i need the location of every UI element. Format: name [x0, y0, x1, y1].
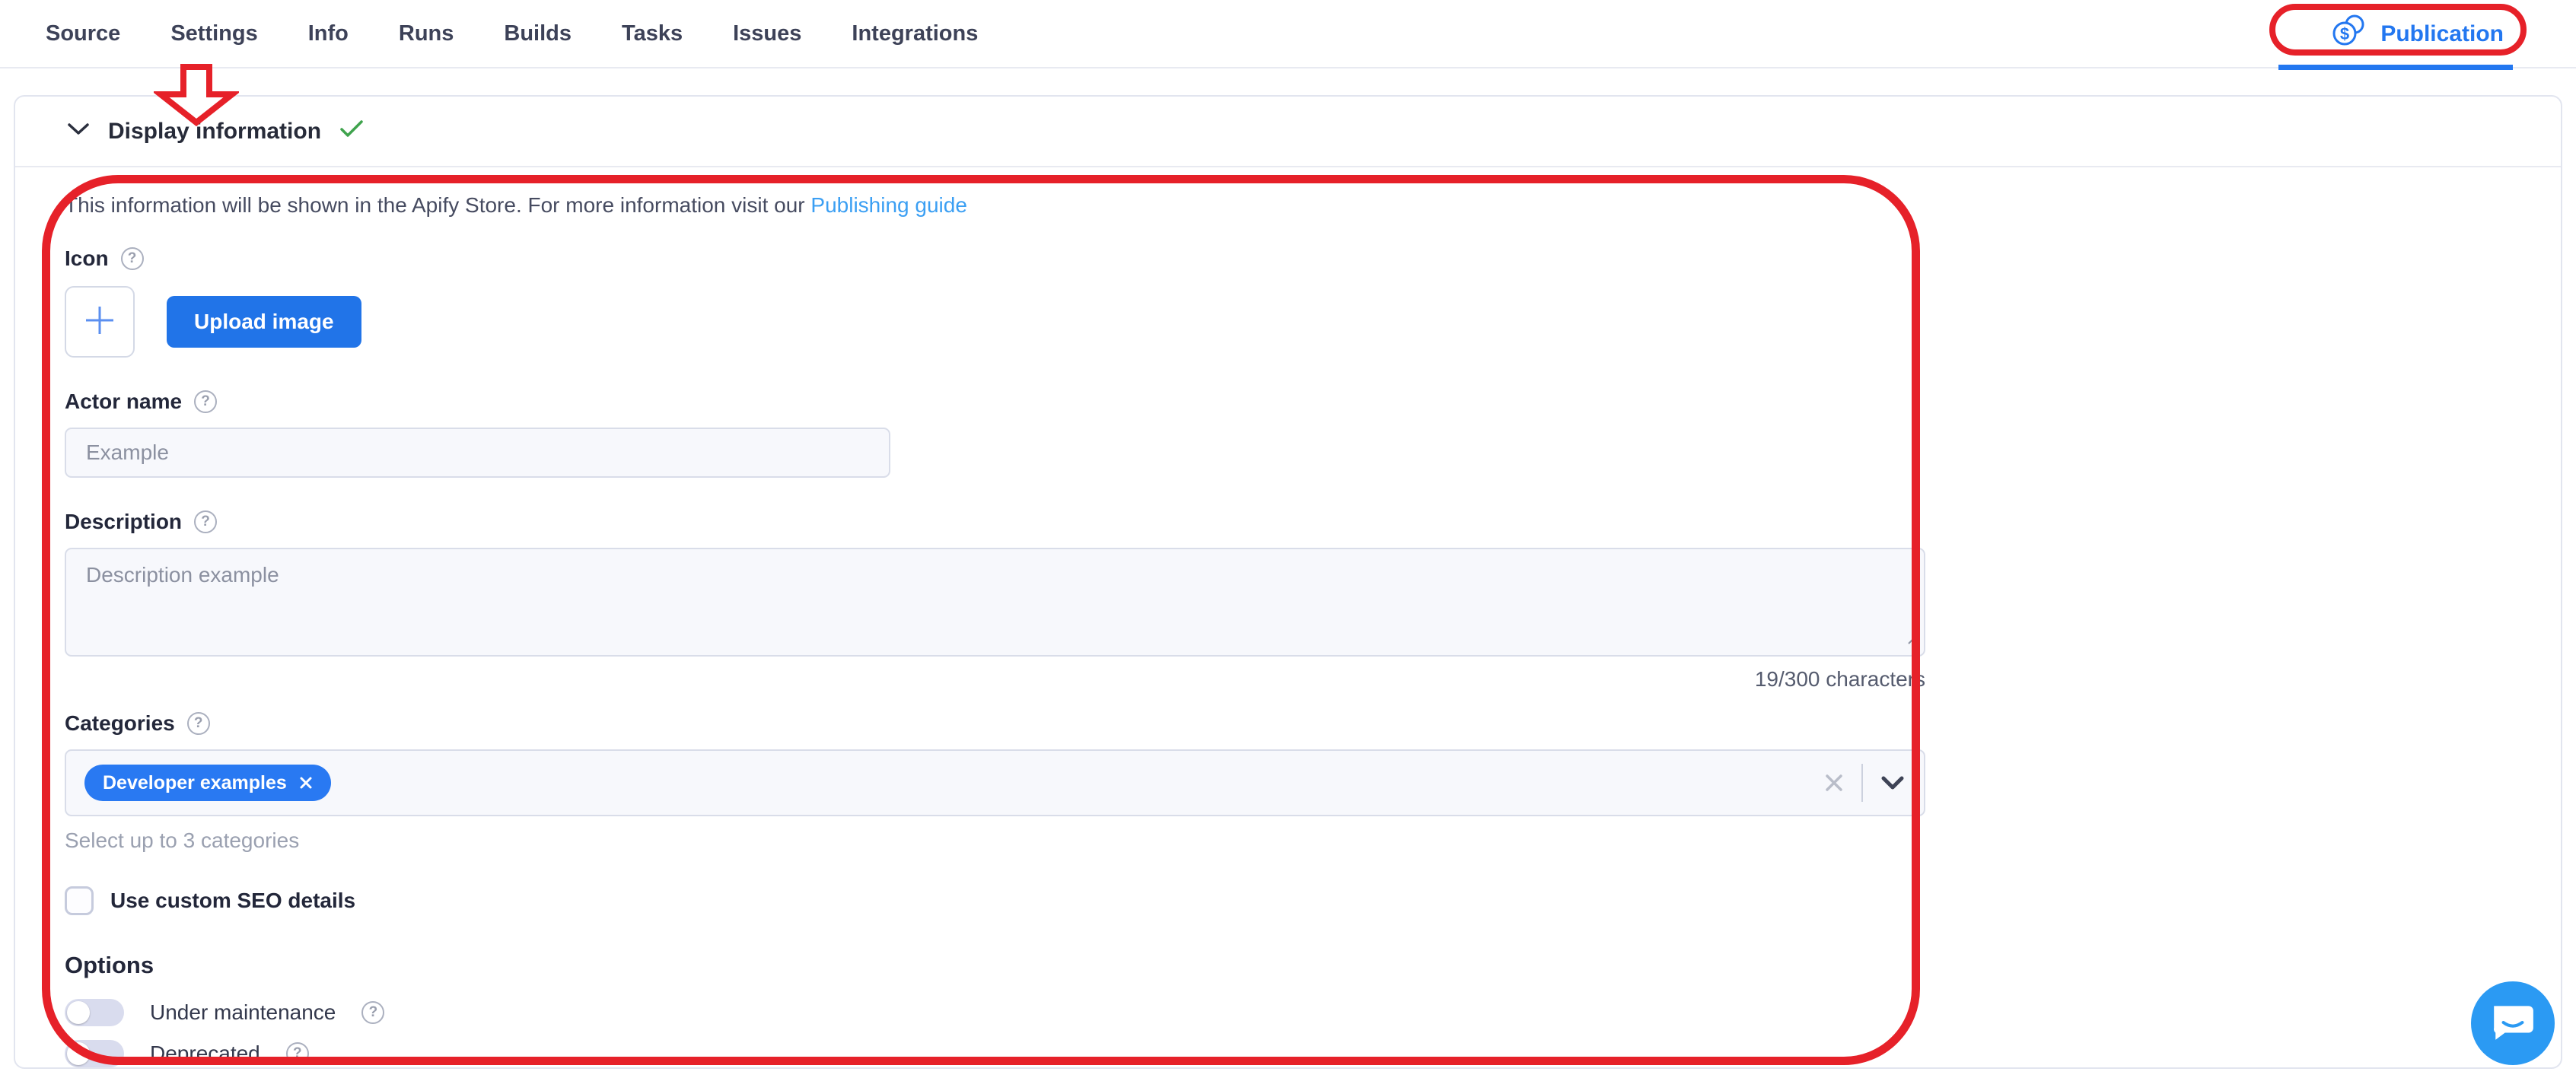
- seo-checkbox-row[interactable]: Use custom SEO details: [65, 886, 2511, 915]
- under-maintenance-label: Under maintenance: [150, 1000, 336, 1025]
- categories-select[interactable]: Developer examples: [65, 749, 1925, 816]
- publishing-guide-link[interactable]: Publishing guide: [810, 193, 967, 217]
- deprecated-label: Deprecated: [150, 1041, 260, 1066]
- character-counter: 19/300 characters: [65, 667, 1925, 692]
- tab-bar: Source Settings Info Runs Builds Tasks I…: [0, 0, 2576, 68]
- description-label: Description: [65, 510, 182, 534]
- categories-helper-text: Select up to 3 categories: [65, 828, 2511, 853]
- check-icon: [339, 119, 364, 143]
- tab-runs[interactable]: Runs: [399, 21, 454, 46]
- chevron-down-icon[interactable]: [67, 122, 90, 140]
- under-maintenance-row: Under maintenance: [65, 999, 2511, 1026]
- seo-checkbox-label: Use custom SEO details: [110, 889, 355, 913]
- tab-settings[interactable]: Settings: [170, 21, 257, 46]
- tab-issues[interactable]: Issues: [733, 21, 801, 46]
- help-icon[interactable]: [121, 247, 144, 270]
- actor-name-input[interactable]: [65, 428, 890, 478]
- help-icon[interactable]: [286, 1042, 309, 1065]
- publication-panel: Display information This information wil…: [14, 95, 2562, 1069]
- display-information-header[interactable]: Display information: [15, 97, 2561, 167]
- categories-label: Categories: [65, 711, 175, 736]
- coins-icon: $: [2332, 14, 2367, 55]
- help-icon[interactable]: [187, 712, 210, 735]
- tab-source[interactable]: Source: [46, 21, 120, 46]
- intro-text: This information will be shown in the Ap…: [65, 193, 2511, 218]
- clear-icon[interactable]: [1823, 772, 1845, 793]
- category-tag-label: Developer examples: [103, 772, 287, 794]
- tab-builds[interactable]: Builds: [504, 21, 572, 46]
- actor-name-label: Actor name: [65, 390, 182, 414]
- active-tab-indicator: [2278, 65, 2513, 70]
- svg-text:$: $: [2340, 24, 2349, 43]
- tab-tasks[interactable]: Tasks: [622, 21, 683, 46]
- under-maintenance-toggle[interactable]: [65, 999, 124, 1026]
- tab-info[interactable]: Info: [308, 21, 349, 46]
- tab-publication[interactable]: $ Publication: [2332, 0, 2504, 68]
- help-icon[interactable]: [194, 510, 217, 533]
- help-icon[interactable]: [194, 390, 217, 413]
- deprecated-toggle[interactable]: [65, 1040, 124, 1067]
- divider: [1861, 764, 1863, 802]
- icon-dropzone[interactable]: [65, 286, 135, 358]
- options-heading: Options: [65, 952, 2511, 979]
- chat-widget-button[interactable]: [2471, 981, 2555, 1065]
- dropdown-chevron-icon[interactable]: [1880, 774, 1906, 791]
- remove-tag-icon[interactable]: [299, 776, 313, 790]
- tab-integrations[interactable]: Integrations: [852, 21, 978, 46]
- section-title: Display information: [108, 119, 321, 145]
- help-icon[interactable]: [361, 1001, 384, 1024]
- resize-handle-icon[interactable]: [1906, 631, 1919, 649]
- tab-publication-label: Publication: [2380, 21, 2504, 47]
- plus-icon: [81, 302, 118, 342]
- icon-field-label: Icon: [65, 246, 109, 271]
- seo-checkbox[interactable]: [65, 886, 94, 915]
- category-tag: Developer examples: [84, 765, 331, 801]
- deprecated-row: Deprecated: [65, 1040, 2511, 1067]
- description-textarea[interactable]: [65, 548, 1925, 657]
- chat-icon: [2489, 998, 2536, 1049]
- upload-image-button[interactable]: Upload image: [167, 296, 361, 348]
